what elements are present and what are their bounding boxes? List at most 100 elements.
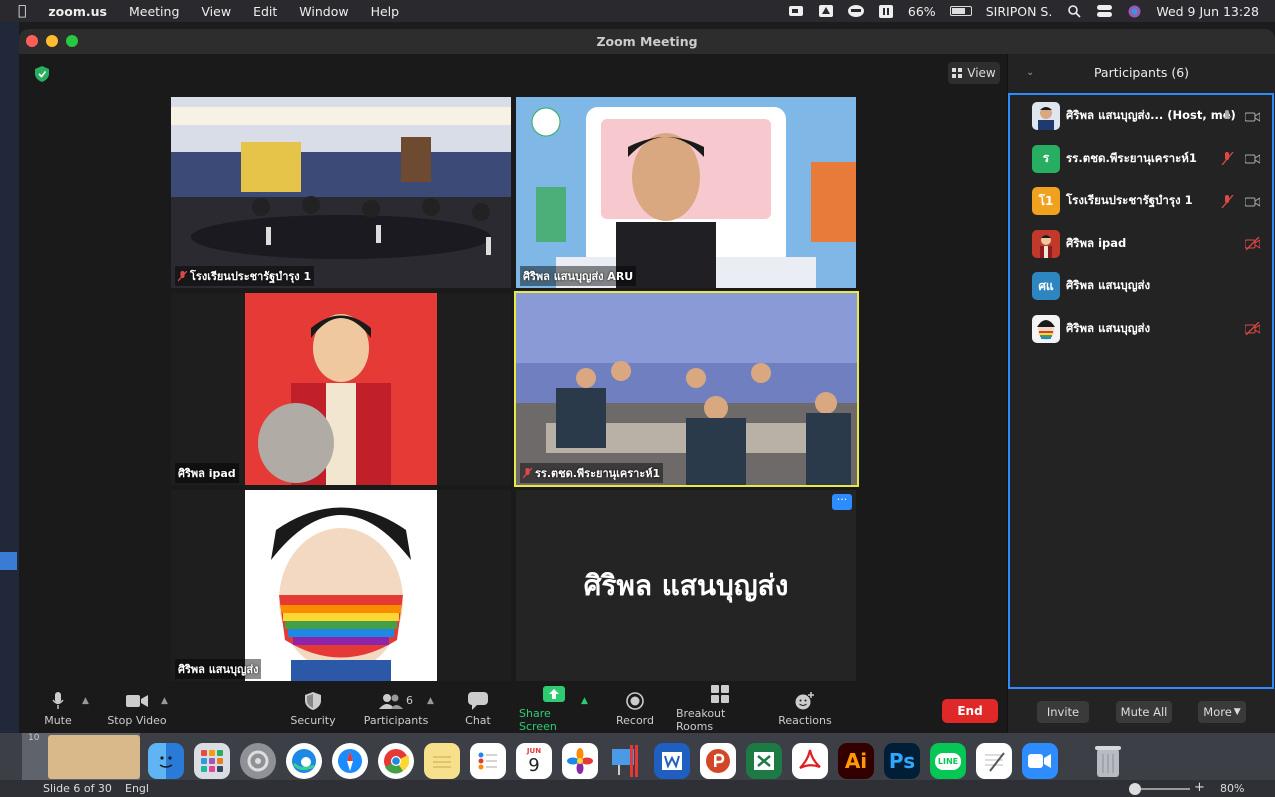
video-camera-icon[interactable] [1245, 110, 1260, 123]
record-label: Record [615, 713, 654, 727]
close-window-button[interactable] [26, 35, 38, 47]
share-options-caret-icon[interactable]: ▲ [581, 696, 588, 706]
security-button[interactable]: Security [289, 684, 337, 733]
minimize-window-button[interactable] [46, 35, 58, 47]
notion-icon[interactable] [878, 4, 894, 18]
stop-video-button[interactable]: Stop Video [106, 684, 168, 733]
video-tile-school-2-active[interactable]: รร.ตชด.พีระยานุเคราะห์1 [514, 291, 859, 487]
language-indicator[interactable]: Engl [125, 782, 149, 795]
share-screen-button[interactable]: Share Screen [519, 684, 589, 733]
menu-help[interactable]: Help [371, 4, 400, 19]
drive-icon[interactable] [818, 4, 834, 18]
zoom-in-icon[interactable]: + [1194, 780, 1205, 795]
line-status-icon[interactable] [847, 4, 864, 18]
photos-icon[interactable] [562, 743, 598, 779]
keynote-icon[interactable] [608, 743, 644, 779]
participant-display-name: ศิริพล แสนบุญส่ง [583, 568, 789, 602]
zoom-app-icon[interactable] [1022, 743, 1058, 779]
record-button[interactable]: Record [615, 684, 655, 733]
collapse-chevron-icon[interactable]: ⌄ [1026, 54, 1034, 92]
zoom-slider-handle[interactable] [1129, 783, 1141, 795]
video-camera-icon[interactable] [1245, 152, 1260, 165]
siri-icon[interactable] [1126, 4, 1142, 18]
muted-mic-icon[interactable] [1220, 152, 1235, 165]
system-preferences-icon[interactable] [240, 743, 276, 779]
trash-icon[interactable] [1090, 743, 1126, 779]
photoshop-icon[interactable]: Ps [884, 743, 920, 779]
apple-icon[interactable]:  [18, 3, 26, 19]
powerpoint-icon[interactable] [700, 743, 736, 779]
zoom-level: 80% [1220, 782, 1245, 795]
word-icon[interactable] [654, 743, 690, 779]
more-button[interactable]: More ▼ [1198, 701, 1246, 723]
line-label: LINE [934, 752, 962, 770]
tile-more-button[interactable]: ··· [832, 494, 852, 510]
muted-mic-icon[interactable] [1220, 194, 1235, 208]
menu-window[interactable]: Window [299, 4, 348, 19]
avatar: ร [1032, 144, 1060, 173]
encryption-shield-icon[interactable] [35, 66, 49, 82]
video-tile-rainbow-mask[interactable]: ศิริพล แสนบุญส่ง [171, 490, 511, 681]
video-off-icon[interactable] [1245, 322, 1260, 335]
menu-clock[interactable]: Wed 9 Jun 13:28 [1156, 4, 1259, 19]
view-button[interactable]: View [948, 62, 1000, 84]
battery-percent: 66% [907, 3, 936, 19]
participant-name: ศิริพล ipad [1066, 235, 1127, 250]
zoom-window-button[interactable] [66, 35, 78, 47]
notes-icon[interactable] [424, 743, 460, 779]
excel-icon[interactable] [746, 743, 782, 779]
line-app-icon[interactable]: LINE [930, 743, 966, 779]
menu-user[interactable]: SIRIPON S. [986, 4, 1053, 19]
finder-icon[interactable] [148, 743, 184, 779]
calendar-icon[interactable]: JUN 9 [516, 743, 552, 779]
end-meeting-button[interactable]: End [942, 699, 998, 723]
participant-row[interactable]: ศิริพล แสนบุญส่ง... (Host, me) [1010, 95, 1272, 138]
participant-row[interactable]: ศิริพล ipad [1010, 223, 1272, 266]
text-editor-icon[interactable] [976, 743, 1012, 779]
menu-edit[interactable]: Edit [253, 4, 277, 19]
camera-status-icon[interactable] [788, 4, 804, 18]
illustrator-icon[interactable]: Ai [838, 743, 874, 779]
avatar [1032, 229, 1060, 258]
participants-caret-icon[interactable]: ▲ [427, 696, 434, 706]
menu-app-name[interactable]: zoom.us [48, 4, 107, 19]
audio-options-caret-icon[interactable]: ▲ [82, 696, 89, 706]
record-icon [626, 691, 644, 710]
participant-row[interactable]: ศิริพล แสนบุญส่ง [1010, 308, 1272, 351]
video-options-caret-icon[interactable]: ▲ [161, 696, 168, 706]
participant-row[interactable]: ร รร.ตชด.พีระยานุเคราะห์1 [1010, 138, 1272, 181]
slide-thumbnail[interactable] [48, 735, 140, 779]
video-tile-name-only[interactable]: ศิริพล แสนบุญส่ง ··· [516, 490, 856, 681]
safari-icon[interactable] [332, 743, 368, 779]
menu-view[interactable]: View [201, 4, 231, 19]
chevron-down-icon: ▼ [1233, 707, 1241, 717]
menu-meeting[interactable]: Meeting [129, 4, 179, 19]
invite-button[interactable]: Invite [1037, 701, 1089, 723]
mute-all-button[interactable]: Mute All [1116, 701, 1172, 723]
control-center-icon[interactable] [1096, 4, 1112, 18]
breakout-rooms-button[interactable]: Breakout Rooms [676, 684, 764, 733]
mute-button[interactable]: Mute [41, 684, 75, 733]
chrome-icon[interactable] [378, 743, 414, 779]
battery-icon[interactable] [949, 6, 972, 16]
reminders-icon[interactable] [470, 743, 506, 779]
spotlight-search-icon[interactable] [1066, 4, 1082, 18]
macos-menubar:  zoom.us Meeting View Edit Window Help … [0, 0, 1275, 22]
reactions-button[interactable]: Reactions [778, 684, 832, 733]
mic-icon[interactable] [1220, 109, 1235, 123]
chat-button[interactable]: Chat [463, 684, 493, 733]
side-widget[interactable] [0, 552, 17, 570]
participant-row[interactable]: ศแ ศิริพล แสนบุญส่ง [1010, 265, 1272, 308]
video-camera-icon[interactable] [1245, 195, 1260, 208]
participants-button[interactable]: 6 Participants [363, 684, 429, 733]
video-tile-presenter[interactable]: ศิริพล แสนบุญส่ง ARU [516, 97, 856, 288]
video-tile-ipad[interactable]: ศิริพล ipad [171, 293, 511, 485]
breakout-rooms-label: Breakout Rooms [676, 707, 726, 733]
edge-browser-icon[interactable] [286, 743, 322, 779]
video-off-icon[interactable] [1245, 237, 1260, 250]
participants-title: Participants (6) [1093, 65, 1190, 80]
launchpad-icon[interactable] [194, 743, 230, 779]
acrobat-icon[interactable] [792, 743, 828, 779]
participant-row[interactable]: โ1 โรงเรียนประชารัฐบำรุง 1 [1010, 180, 1272, 223]
video-tile-school-1[interactable]: โรงเรียนประชารัฐบำรุง 1 [171, 97, 511, 288]
